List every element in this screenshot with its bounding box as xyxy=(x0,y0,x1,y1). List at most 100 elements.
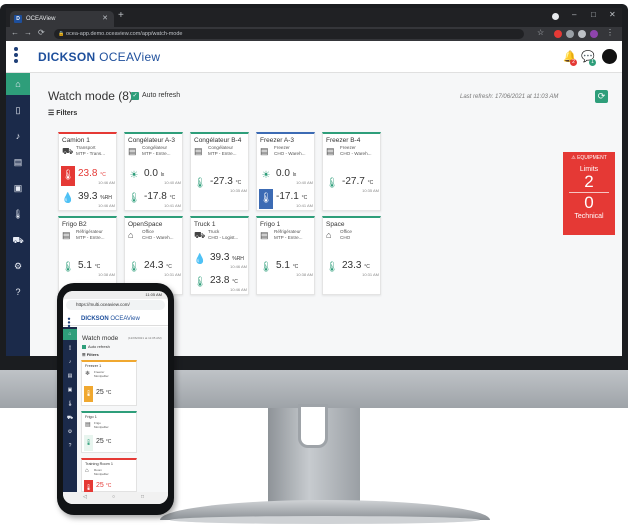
forward-icon[interactable]: → xyxy=(24,28,32,37)
sensor-card[interactable]: Freezer B-4 ▤ Freezer CHO - Wareh... 🌡 -2… xyxy=(322,132,381,211)
thermometer-icon: 🌡 xyxy=(325,262,339,273)
measurement-row: 💧 39.3 %RH 10:46 AM xyxy=(193,250,248,270)
measurement-row: 🌡 -27.7 °C 10:35 AM xyxy=(325,174,380,194)
help-icon[interactable]: ? xyxy=(6,281,30,303)
card-title: Frigo B2 xyxy=(62,221,87,228)
sensor-card[interactable]: Frigo 1 ▤ Frigo Montpellier 🌡 25 °C xyxy=(81,411,137,453)
profile-avatar-icon[interactable] xyxy=(590,30,598,38)
light-sun-icon: ☀ xyxy=(129,170,139,181)
alarm-bell-icon[interactable]: ♪ xyxy=(63,357,77,368)
phone-screen: 11:05 AM https://multi.oceaview.com/ DIC… xyxy=(63,291,168,504)
measurement-row: 🌡 23.3 °C 10:31 AM xyxy=(325,258,380,278)
sensor-card[interactable]: Space ⌂ Office CHO 🌡 23.3 °C 10:31 AM xyxy=(322,216,381,295)
measurement-row: 💧 39.3 %RH 10:46 AM xyxy=(61,189,116,209)
app-menu-icon[interactable] xyxy=(14,47,18,65)
fridge-icon: ▤ xyxy=(85,422,91,428)
technical-count: 0 xyxy=(584,193,594,212)
help-icon[interactable]: ? xyxy=(63,441,77,452)
browser-menu-icon[interactable]: ⋮ xyxy=(606,28,614,37)
extension-icon[interactable] xyxy=(566,30,574,38)
thermometer-icon[interactable]: 🌡 xyxy=(6,203,30,225)
truck-icon[interactable]: ⛟ xyxy=(63,413,77,424)
truck-icon[interactable]: ⛟ xyxy=(6,229,30,251)
avatar[interactable] xyxy=(602,49,617,64)
equipment-header: EQUIPMENT xyxy=(577,155,607,161)
office-home-icon: ⌂ xyxy=(128,230,134,240)
sensor-card[interactable]: Freezer 1 ❄ Freezer Montpellier 🌡 25 °C xyxy=(81,360,137,406)
thermometer-icon: 🌡 xyxy=(259,189,273,209)
sensor-card[interactable]: Congélateur A-3 ▤ Congélateur MTP - Entre… xyxy=(124,132,183,211)
sidebar: ⌂ ▯ ♪ ▤ ▣ 🌡 ⛟ ⚙ ? xyxy=(6,73,30,356)
equipment-alarm-panel[interactable]: ⚠ EQUIPMENT Limits 2 0 Technical xyxy=(563,152,615,235)
filters-toggle[interactable]: ☰ Filters xyxy=(82,352,99,357)
card-subtitle: Congélateur MTP - Entre... xyxy=(142,145,171,156)
fridge-icon: ▤ xyxy=(260,230,269,240)
filters-toggle[interactable]: ☰ Filters xyxy=(48,109,77,117)
reload-icon[interactable]: ⟳ xyxy=(38,28,45,37)
measurement-time: 10:31 AM xyxy=(362,272,379,277)
card-subtitle: Freezer Montpellier xyxy=(94,370,109,378)
settings-icon[interactable]: ⚙ xyxy=(6,255,30,277)
freezer-icon: ▤ xyxy=(194,146,203,156)
card-title: Camion 1 xyxy=(62,137,90,144)
close-tab-icon[interactable]: ✕ xyxy=(102,11,108,27)
measurement-value: 25 °C xyxy=(96,482,112,489)
refresh-button[interactable]: ⟳ xyxy=(595,90,608,103)
measurement-time: 10:40 AM xyxy=(296,180,313,185)
card-subtitle: Freezer CHO - Wareh... xyxy=(274,145,306,156)
sensor-card[interactable]: Freezer A-3 ▤ Freezer CHO - Wareh... ☀ 0.… xyxy=(256,132,315,211)
measurement-row: ☀ 0.0 lx 10:40 AM xyxy=(259,166,314,186)
document-icon[interactable]: ▤ xyxy=(6,151,30,173)
thermometer-icon: 🌡 xyxy=(84,435,93,451)
extension-icon[interactable] xyxy=(554,30,562,38)
measurement-time: 10:46 AM xyxy=(230,264,247,269)
alarm-bell-icon[interactable]: ♪ xyxy=(6,125,30,147)
sensor-card[interactable]: Frigo 1 ▤ Réfrigérateur MTP - Entre... 🌡 … xyxy=(256,216,315,295)
new-tab-icon[interactable]: + xyxy=(118,10,124,21)
address-bar[interactable]: 🔒 ocea-app.demo.oceaview.com/app/watch-m… xyxy=(54,29,524,39)
home-icon[interactable]: ⌂ xyxy=(63,329,77,340)
extensions-puzzle-icon[interactable] xyxy=(578,30,586,38)
back-icon[interactable]: ◁ xyxy=(83,494,87,500)
minimize-icon[interactable]: – xyxy=(572,10,576,19)
settings-icon[interactable]: ⚙ xyxy=(63,427,77,438)
fridge-icon: ▤ xyxy=(62,230,71,240)
measurement-row: 🌡 -17.8 °C 10:41 AM xyxy=(127,189,182,209)
freezer-icon: ▤ xyxy=(326,146,335,156)
browser-tab[interactable]: D OCEAView ✕ xyxy=(10,11,114,27)
devices-icon[interactable]: ▯ xyxy=(6,99,30,121)
close-window-icon[interactable]: ✕ xyxy=(609,10,616,19)
thermometer-icon[interactable]: 🌡 xyxy=(63,399,77,410)
phone-address-bar[interactable]: https://multi.oceaview.com/ xyxy=(66,300,165,310)
report-icon[interactable]: ▣ xyxy=(63,385,77,396)
recent-apps-icon[interactable]: □ xyxy=(141,494,144,500)
star-icon[interactable]: ☆ xyxy=(537,28,544,37)
sensor-card[interactable]: Congélateur B-4 ▤ Congélateur MTP - Entre… xyxy=(190,132,249,211)
auto-refresh-checkbox[interactable]: ✓ xyxy=(131,92,139,100)
card-subtitle: Transport MTP - Trans... xyxy=(76,145,106,156)
auto-refresh-checkbox[interactable]: Auto refresh xyxy=(82,344,110,349)
back-icon[interactable]: ← xyxy=(11,28,19,37)
thermometer-icon: 🌡 xyxy=(259,262,273,273)
card-title: Congélateur B-4 xyxy=(194,137,242,144)
measurement-row: 🌡 5.1 °C 10:38 AM xyxy=(61,258,116,278)
favicon-icon: D xyxy=(14,15,22,23)
home-button-icon[interactable]: ○ xyxy=(112,494,115,500)
report-icon[interactable]: ▣ xyxy=(6,177,30,199)
sensor-card[interactable]: Camion 1 ⛟ Transport MTP - Trans... 🌡 23.… xyxy=(58,132,117,211)
filter-icon: ☰ xyxy=(48,110,57,117)
measurement-value: 24.3 °C xyxy=(144,260,172,271)
sensor-card[interactable]: Truck 1 ⛟ Truck CHO - Logist... 💧 39.3 %R… xyxy=(190,216,249,295)
measurement-row: 🌡 -27.3 °C 10:35 AM xyxy=(193,174,248,194)
freezer-icon: ▤ xyxy=(260,146,269,156)
sensor-card[interactable]: Training Room 1 ⌂ Room Montpellier 🌡 25 °… xyxy=(81,458,137,496)
card-title: Freezer B-4 xyxy=(326,137,361,144)
page-title: Watch mode xyxy=(82,335,119,342)
card-title: Congélateur A-3 xyxy=(128,137,175,144)
document-icon[interactable]: ▤ xyxy=(63,371,77,382)
devices-icon[interactable]: ▯ xyxy=(63,343,77,354)
profile-icon[interactable] xyxy=(552,13,559,20)
last-refresh-text: (12/06/2021 at 11:05 AM) xyxy=(128,336,162,340)
maximize-icon[interactable]: □ xyxy=(591,10,596,19)
home-icon[interactable]: ⌂ xyxy=(6,73,30,95)
